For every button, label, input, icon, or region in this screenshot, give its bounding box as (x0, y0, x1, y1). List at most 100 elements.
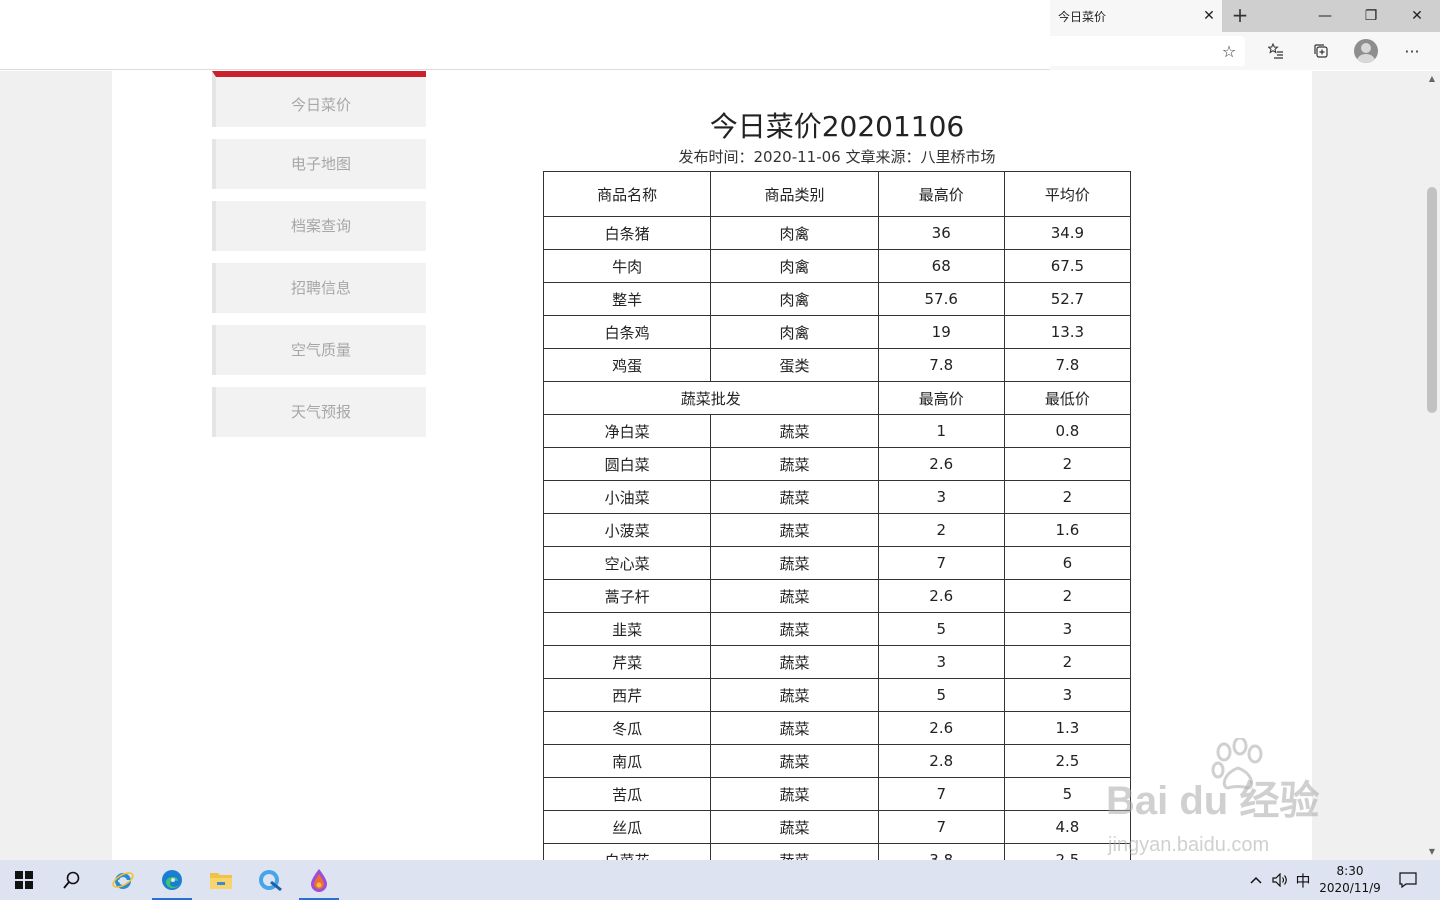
new-tab-icon[interactable]: + (1228, 4, 1252, 28)
cell-category: 蔬菜 (710, 777, 879, 811)
table-row: 蒿子杆 蔬菜 2.6 2 (542, 579, 1132, 613)
article-meta: 发布时间：2020-11-06 文章来源：八里桥市场 (678, 148, 996, 166)
cell-price-a: 68 (877, 249, 1005, 283)
scroll-down-icon[interactable]: ▼ (1424, 846, 1440, 858)
cell-name: 蒿子杆 (542, 579, 712, 613)
tab-today-prices[interactable]: 今日菜价 ✕ (1050, 0, 1222, 32)
windows-start-icon[interactable] (0, 860, 48, 900)
search-icon[interactable] (48, 860, 96, 900)
cell-name: 小油菜 (542, 480, 712, 514)
cell-name: 牛肉 (542, 249, 712, 283)
cell-name: 西芹 (542, 678, 712, 712)
scrollbar[interactable]: ▲ ▼ (1424, 71, 1440, 860)
restore-icon[interactable]: ❐ (1348, 0, 1394, 32)
cell-price-a: 3 (877, 480, 1005, 514)
table-row: 圆白菜 蔬菜 2.6 2 (542, 447, 1132, 481)
table-row: 韭菜 蔬菜 5 3 (542, 612, 1132, 646)
favorites-list-icon[interactable] (1262, 38, 1290, 64)
cell-category: 蔬菜 (710, 645, 879, 679)
cell-category: 蛋类 (710, 348, 879, 382)
favorite-star-icon[interactable]: ☆ (1215, 38, 1243, 64)
cell-price-b: 3 (1003, 678, 1132, 712)
browser-topbar: 今日菜价 ✕ + — ❐ ✕ ☆ ··· (0, 0, 1440, 70)
table-row: 净白菜 蔬菜 1 0.8 (542, 414, 1132, 448)
notification-center-icon[interactable] (1394, 860, 1422, 900)
cell-name: 冬瓜 (542, 711, 712, 745)
address-row: ☆ ··· (1050, 32, 1440, 70)
tab-close-icon[interactable]: ✕ (1200, 6, 1218, 26)
cell-name: 整羊 (542, 282, 712, 316)
cell-price-b: 34.9 (1003, 216, 1132, 250)
cell-category: 肉禽 (710, 315, 879, 349)
volume-icon[interactable] (1268, 860, 1292, 900)
section-max-price: 最高价 (877, 381, 1005, 415)
cell-price-b: 6 (1003, 546, 1132, 580)
cell-name: 空心菜 (542, 546, 712, 580)
cell-price-b: 2.5 (1003, 744, 1132, 778)
cell-price-b: 1.6 (1003, 513, 1132, 547)
table-row: 白条猪 肉禽 36 34.9 (542, 216, 1132, 250)
cell-name: 鸡蛋 (542, 348, 712, 382)
cell-price-b: 1.3 (1003, 711, 1132, 745)
table-section-row: 蔬菜批发 最高价 最低价 (543, 381, 1132, 415)
internet-explorer-icon[interactable] (99, 860, 147, 900)
close-window-icon[interactable]: ✕ (1394, 0, 1440, 32)
cell-price-a: 19 (877, 315, 1005, 349)
section-label: 蔬菜批发 (543, 381, 879, 415)
cell-category: 蔬菜 (710, 579, 879, 613)
table-body: 白条猪 肉禽 36 34.9 牛肉 肉禽 68 67.5 整羊 肉禽 57.6 52.7 白条鸡 肉禽 19… (542, 216, 1132, 877)
header-name: 商品名称 (542, 171, 712, 217)
table-row: 丝瓜 蔬菜 7 4.8 (542, 810, 1132, 844)
sidebar-item-weather[interactable]: 天气预报 (212, 387, 426, 437)
cell-category: 蔬菜 (710, 711, 879, 745)
tray-chevron-up-icon[interactable] (1244, 860, 1268, 900)
sidebar-item-map[interactable]: 电子地图 (212, 139, 426, 189)
scrollbar-thumb[interactable] (1427, 187, 1437, 413)
cell-name: 小菠菜 (542, 513, 712, 547)
header-avg-price: 平均价 (1003, 171, 1132, 217)
table-row: 冬瓜 蔬菜 2.6 1.3 (542, 711, 1132, 745)
sidebar-nav: 今日菜价 电子地图 档案查询 招聘信息 空气质量 天气预报 (212, 71, 426, 449)
scroll-up-icon[interactable]: ▲ (1424, 73, 1440, 85)
cell-category: 肉禽 (710, 216, 879, 250)
sidebar-item-jobs[interactable]: 招聘信息 (212, 263, 426, 313)
ime-indicator[interactable]: 中 (1292, 860, 1314, 900)
cell-price-b: 2 (1003, 645, 1132, 679)
table-row: 苦瓜 蔬菜 7 5 (542, 777, 1132, 811)
sidebar-item-archives[interactable]: 档案查询 (212, 201, 426, 251)
edge-icon[interactable] (148, 860, 196, 900)
cell-price-b: 2 (1003, 447, 1132, 481)
table-row: 鸡蛋 蛋类 7.8 7.8 (542, 348, 1132, 382)
sidebar-item-air-quality[interactable]: 空气质量 (212, 325, 426, 375)
cell-category: 蔬菜 (710, 546, 879, 580)
cell-price-b: 7.8 (1003, 348, 1132, 382)
more-menu-icon[interactable]: ··· (1398, 38, 1426, 64)
photos-icon[interactable] (246, 860, 294, 900)
price-table: 商品名称 商品类别 最高价 平均价 白条猪 肉禽 36 34.9 牛肉 肉禽 68 67.5 整… (542, 171, 1132, 877)
paint-icon[interactable] (295, 860, 343, 900)
cell-price-b: 5 (1003, 777, 1132, 811)
minimize-icon[interactable]: — (1302, 0, 1348, 32)
collections-icon[interactable] (1307, 38, 1335, 64)
sidebar-item-today-prices[interactable]: 今日菜价 (212, 71, 426, 127)
file-explorer-icon[interactable] (197, 860, 245, 900)
table-row: 整羊 肉禽 57.6 52.7 (542, 282, 1132, 316)
cell-category: 蔬菜 (710, 513, 879, 547)
table-row: 小油菜 蔬菜 3 2 (542, 480, 1132, 514)
cell-price-a: 57.6 (877, 282, 1005, 316)
system-clock[interactable]: 8:30 2020/11/9 (1316, 863, 1384, 899)
section-min-price: 最低价 (1003, 381, 1132, 415)
cell-price-a: 7 (877, 777, 1005, 811)
profile-avatar-icon[interactable] (1354, 39, 1378, 63)
cell-category: 蔬菜 (710, 414, 879, 448)
cell-name: 芹菜 (542, 645, 712, 679)
tab-title: 今日菜价 (1058, 9, 1107, 24)
cell-price-b: 13.3 (1003, 315, 1132, 349)
table-row: 小菠菜 蔬菜 2 1.6 (542, 513, 1132, 547)
cell-category: 蔬菜 (710, 810, 879, 844)
table-header-row: 商品名称 商品类别 最高价 平均价 (542, 171, 1132, 217)
cell-price-b: 52.7 (1003, 282, 1132, 316)
table-row: 芹菜 蔬菜 3 2 (542, 645, 1132, 679)
header-max-price: 最高价 (877, 171, 1005, 217)
header-category: 商品类别 (710, 171, 879, 217)
